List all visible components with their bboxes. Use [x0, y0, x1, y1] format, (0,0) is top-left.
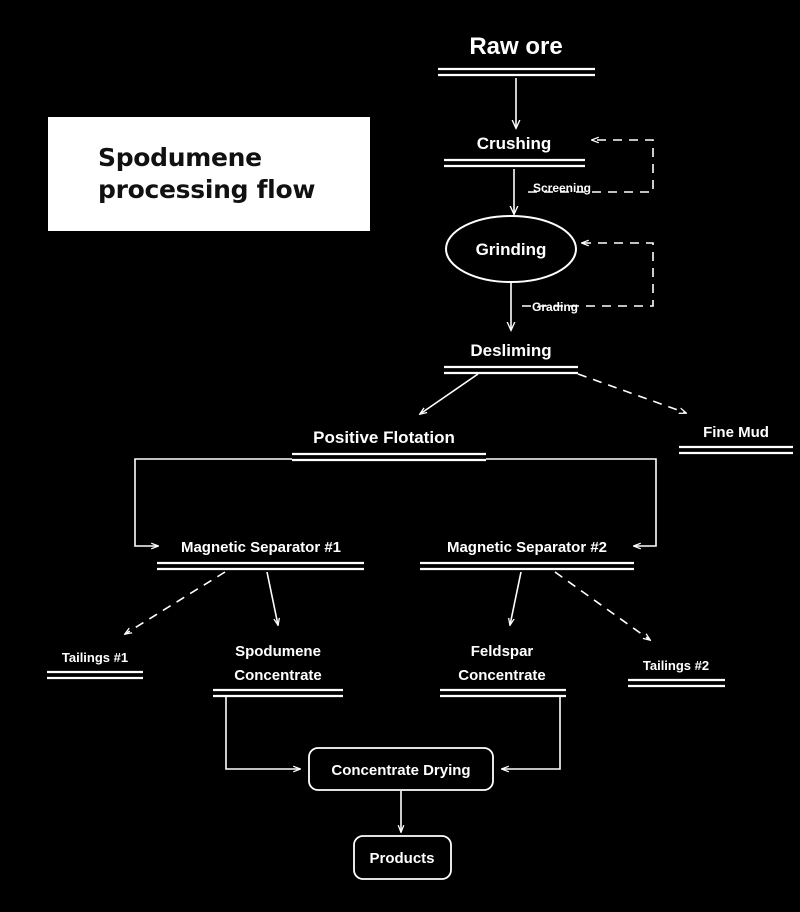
edge-desliming-to-fine-mud	[577, 373, 686, 413]
node-rule-mag-sep-2	[420, 561, 634, 571]
node-rule-mag-sep-1	[157, 561, 364, 571]
node-rule-crushing	[444, 158, 585, 168]
node-label-mag-sep-1: Magnetic Separator #1	[181, 539, 341, 556]
edge-mag-sep-1-to-spodumene-concentrate	[266, 571, 278, 625]
edge-feldspar-concentrate-to-drying	[502, 695, 561, 769]
node-rule-spodumene-concentrate	[213, 688, 343, 698]
node-label-raw-ore: Raw ore	[469, 33, 562, 60]
node-rule-feldspar-concentrate	[440, 688, 566, 698]
node-label-feldspar-concentrate-line-1: Feldspar	[471, 643, 534, 660]
node-label-spodumene-concentrate-line-1: Spodumene	[235, 643, 321, 660]
node-rule-positive-flotation	[292, 452, 486, 462]
node-label-mag-sep-2: Magnetic Separator #2	[447, 539, 607, 556]
edge-mag-sep-2-to-tailings-2	[554, 571, 650, 640]
edge-label-screening: Screening	[533, 181, 591, 195]
edge-positive-flotation-to-mag-sep-2	[486, 458, 657, 546]
node-label-spodumene-concentrate-line-2: Concentrate	[234, 667, 322, 684]
node-label-products: Products	[369, 850, 434, 867]
edge-label-grading: Grading	[532, 300, 578, 314]
node-rule-tailings-1	[47, 670, 143, 680]
node-label-desliming: Desliming	[470, 341, 551, 360]
node-label-tailings-1: Tailings #1	[62, 650, 128, 665]
node-label-positive-flotation: Positive Flotation	[313, 428, 455, 447]
node-label-concentrate-drying: Concentrate Drying	[331, 762, 470, 779]
node-rule-raw-ore	[438, 67, 595, 77]
node-label-crushing: Crushing	[477, 134, 552, 153]
edge-desliming-to-positive-flotation	[420, 373, 479, 414]
edge-mag-sep-2-to-feldspar-concentrate	[510, 571, 522, 625]
node-rule-tailings-2	[628, 678, 725, 688]
node-label-fine-mud: Fine Mud	[703, 424, 769, 441]
edge-mag-sep-1-to-tailings-1	[125, 571, 226, 634]
node-label-feldspar-concentrate-line-2: Concentrate	[458, 667, 546, 684]
node-label-grinding: Grinding	[476, 240, 547, 259]
node-rule-fine-mud	[679, 445, 793, 455]
process-flow-diagram: Raw ore Crushing Screening Grinding Grad…	[47, 33, 793, 880]
node-rule-desliming	[444, 365, 578, 375]
edge-positive-flotation-to-mag-sep-1	[134, 458, 292, 546]
node-label-tailings-2: Tailings #2	[643, 658, 709, 673]
edge-spodumene-concentrate-to-drying	[225, 695, 300, 769]
